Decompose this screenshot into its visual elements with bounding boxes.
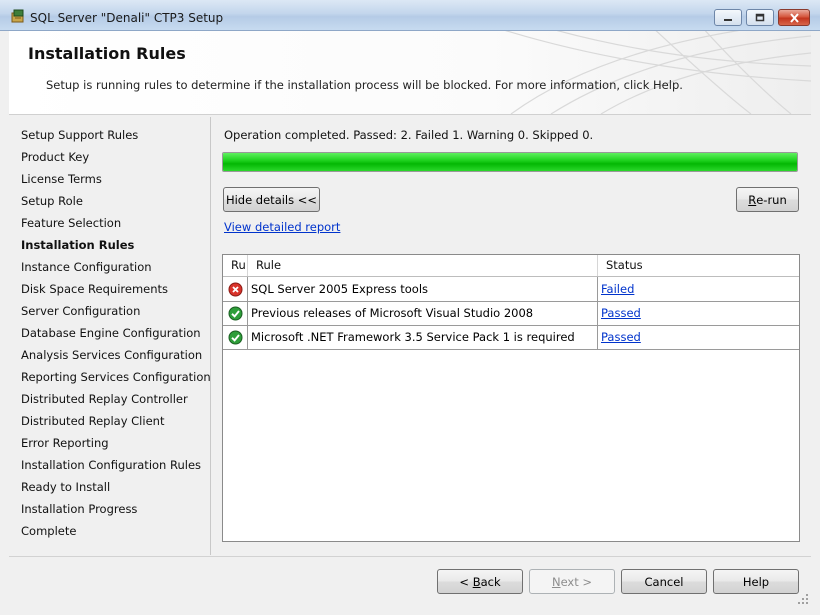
rule-status-cell: Passed [598, 325, 799, 349]
footer-bar: < Back Next > Cancel Help [9, 556, 811, 607]
sidebar-item-ready-to-install: Ready to Install [21, 480, 111, 494]
title-bar[interactable]: SQL Server "Denali" CTP3 Setup [0, 0, 820, 31]
help-button[interactable]: Help [713, 569, 799, 594]
sidebar-item-complete: Complete [21, 524, 77, 538]
column-header-rule[interactable]: Rule [248, 255, 598, 276]
sidebar-item-disk-space-requirements: Disk Space Requirements [21, 282, 169, 296]
back-button[interactable]: < Back [437, 569, 523, 594]
back-mnemonic: B [472, 574, 481, 589]
rule-status-cell: Failed [598, 277, 799, 301]
steps-sidebar: Setup Support Rules Product Key License Te… [9, 117, 211, 555]
status-link[interactable]: Passed [601, 330, 641, 344]
grid-header: Ru Rule Status [223, 255, 799, 277]
rule-status-cell: Passed [598, 301, 799, 325]
table-row[interactable]: SQL Server 2005 Express tools Failed [223, 277, 799, 302]
sql-setup-app-icon [11, 9, 24, 23]
progress-bar [222, 152, 798, 172]
sidebar-item-database-engine-configuration: Database Engine Configuration [21, 326, 201, 340]
maximize-button[interactable] [746, 9, 774, 26]
next-mnemonic: N [551, 574, 561, 589]
rule-name: Previous releases of Microsoft Visual St… [248, 301, 598, 325]
sidebar-item-license-terms: License Terms [21, 172, 102, 186]
rerun-label: e-run [756, 192, 787, 207]
steps-list: Setup Support Rules Product Key License Te… [21, 127, 211, 545]
sidebar-item-error-reporting: Error Reporting [21, 436, 109, 450]
operation-status: Operation completed. Passed: 2. Failed 1… [224, 128, 594, 142]
page-title: Installation Rules [28, 44, 186, 63]
column-header-status[interactable]: Status [598, 255, 799, 276]
table-row[interactable]: Microsoft .NET Framework 3.5 Service Pac… [223, 325, 799, 350]
sidebar-item-setup-role: Setup Role [21, 194, 83, 208]
main-panel: Operation completed. Passed: 2. Failed 1… [211, 117, 811, 555]
resize-grip-icon[interactable] [797, 593, 809, 605]
minimize-button[interactable] [714, 9, 742, 26]
cancel-button[interactable]: Cancel [621, 569, 707, 594]
sidebar-item-setup-support-rules: Setup Support Rules [21, 128, 139, 142]
passed-icon [223, 301, 248, 325]
column-header-ru[interactable]: Ru [223, 255, 248, 276]
close-icon [789, 12, 799, 23]
back-prefix: < [459, 574, 473, 589]
next-label: ext > [560, 574, 593, 589]
sidebar-item-distributed-replay-controller: Distributed Replay Controller [21, 392, 188, 406]
sidebar-item-instance-configuration: Instance Configuration [21, 260, 152, 274]
hide-details-button[interactable]: Hide details << [223, 187, 320, 212]
sidebar-item-product-key: Product Key [21, 150, 90, 164]
sidebar-item-installation-rules: Installation Rules [21, 238, 135, 252]
sidebar-item-server-configuration: Server Configuration [21, 304, 141, 318]
page-description: Setup is running rules to determine if t… [46, 78, 683, 92]
rule-name: Microsoft .NET Framework 3.5 Service Pac… [248, 325, 598, 349]
sidebar-item-reporting-services-configuration: Reporting Services Configuration [21, 370, 211, 384]
progress-fill [223, 153, 797, 171]
sidebar-item-installation-configuration-rules: Installation Configuration Rules [21, 458, 202, 472]
back-label: ack [480, 574, 501, 589]
rule-name: SQL Server 2005 Express tools [248, 277, 598, 301]
passed-icon [223, 325, 248, 349]
sidebar-item-feature-selection: Feature Selection [21, 216, 122, 230]
table-row[interactable]: Previous releases of Microsoft Visual St… [223, 301, 799, 326]
minimize-icon [724, 18, 732, 21]
sidebar-item-installation-progress: Installation Progress [21, 502, 138, 516]
status-link[interactable]: Passed [601, 306, 641, 320]
next-button[interactable]: Next > [529, 569, 615, 594]
rules-grid: Ru Rule Status SQL Server 2005 Express t… [222, 254, 800, 542]
view-detailed-report-link[interactable]: View detailed report [224, 220, 340, 234]
sidebar-item-distributed-replay-client: Distributed Replay Client [21, 414, 165, 428]
status-link[interactable]: Failed [601, 282, 634, 296]
window-title: SQL Server "Denali" CTP3 Setup [30, 11, 224, 25]
rerun-button[interactable]: Re-run [736, 187, 799, 212]
close-window-button[interactable] [778, 9, 810, 26]
rerun-mnemonic: R [748, 192, 757, 207]
header-decoration [504, 31, 811, 114]
page-header: Installation Rules Setup is running rule… [9, 31, 811, 115]
maximize-icon [755, 13, 765, 21]
failed-icon [223, 277, 248, 301]
sidebar-item-analysis-services-configuration: Analysis Services Configuration [21, 348, 203, 362]
